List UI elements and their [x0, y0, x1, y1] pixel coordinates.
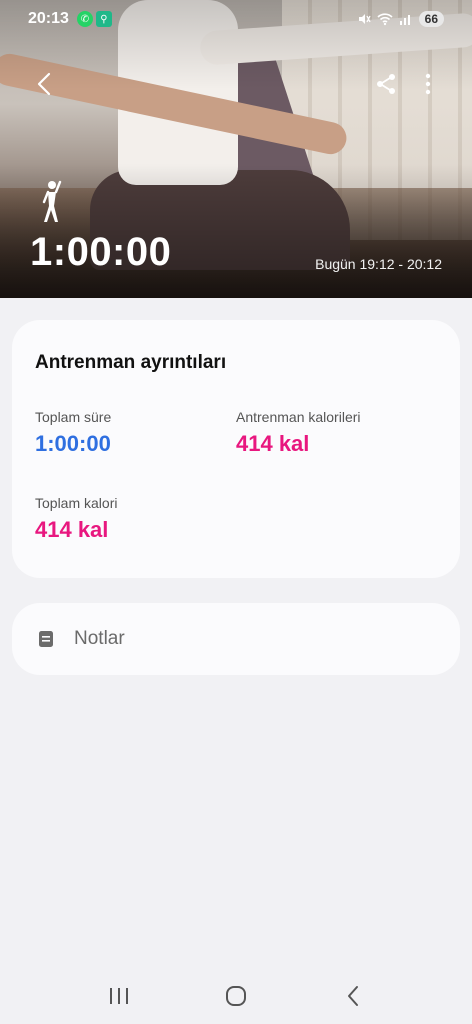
- share-icon: [377, 74, 395, 94]
- workout-details-card: Antrenman ayrıntıları Toplam süre 1:00:0…: [12, 320, 460, 578]
- notes-button[interactable]: Notlar: [12, 603, 460, 675]
- note-icon: [39, 631, 53, 647]
- back-button[interactable]: [26, 66, 62, 102]
- whatsapp-icon: ✆: [76, 11, 93, 27]
- workout-calories-label: Antrenman kalorileri: [236, 409, 361, 425]
- recent-apps-icon: [109, 988, 128, 1004]
- signal-icon: [399, 15, 410, 25]
- back-icon: [348, 986, 359, 1006]
- total-calories-label: Toplam kalori: [35, 495, 118, 511]
- more-vertical-icon: [425, 73, 431, 95]
- home-button[interactable]: [216, 976, 256, 1016]
- yoga-pose-icon: [42, 180, 62, 222]
- workout-calories-value: 414 kal: [236, 431, 310, 456]
- status-time: 20:13: [28, 10, 69, 27]
- status-right-group: 66: [357, 11, 444, 27]
- mute-icon: [358, 14, 371, 24]
- wifi-icon: [377, 13, 393, 26]
- total-time-value: 1:00:00: [35, 431, 111, 456]
- nav-back-button[interactable]: [333, 976, 373, 1016]
- more-options-button[interactable]: [410, 66, 446, 102]
- status-bar: 20:13 ✆ ⚲ 66: [0, 0, 472, 38]
- share-button[interactable]: [368, 66, 404, 102]
- recent-apps-button[interactable]: [99, 976, 139, 1016]
- total-calories-value: 414 kal: [35, 517, 109, 542]
- chevron-left-icon: [37, 72, 51, 96]
- workout-duration: 1:00:00: [30, 230, 172, 274]
- battery-indicator: 66: [418, 11, 444, 27]
- fitness-app-icon: ⚲: [95, 11, 112, 27]
- total-time-label: Toplam süre: [35, 409, 112, 425]
- details-title: Antrenman ayrıntıları: [35, 352, 227, 373]
- home-icon: [225, 986, 246, 1006]
- notes-label: Notlar: [74, 628, 125, 649]
- workout-time-range: Bugün 19:12 - 20:12: [315, 256, 442, 272]
- system-nav-bar: [0, 968, 472, 1024]
